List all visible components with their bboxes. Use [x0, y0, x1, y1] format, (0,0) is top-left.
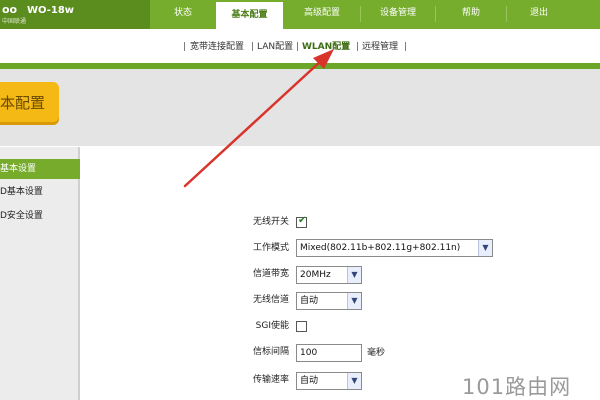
arrow-shaft [183, 58, 324, 188]
router-admin-page: { "header": { "logo_text": "oo", "logo_s… [0, 0, 600, 400]
annotation-arrow [183, 49, 334, 188]
watermark: 101路由网 [462, 375, 572, 399]
